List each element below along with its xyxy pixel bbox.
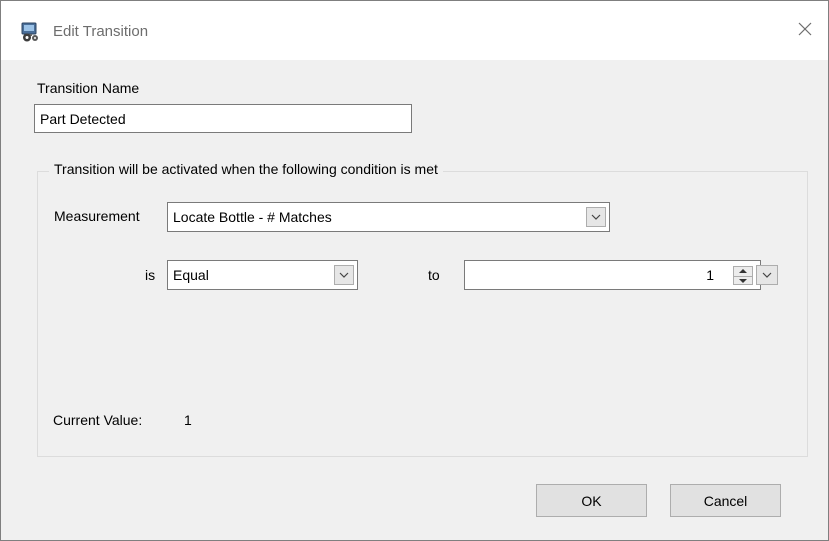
operator-value: Equal [173,267,209,283]
threshold-input[interactable]: 1 [464,260,761,290]
settings-app-icon [20,22,40,42]
transition-name-label: Transition Name [37,80,140,96]
is-label: is [145,267,156,283]
spin-down-icon[interactable] [734,275,752,286]
chevron-down-icon[interactable] [334,265,354,285]
condition-group-legend: Transition will be activated when the fo… [49,161,443,177]
title-bar[interactable]: Edit Transition [1,1,828,60]
measurement-label: Measurement [54,208,140,224]
measurement-dropdown[interactable]: Locate Bottle - # Matches [167,202,610,232]
current-value-label: Current Value: [53,412,143,428]
threshold-spinner[interactable] [733,266,753,285]
chevron-down-icon[interactable] [586,207,606,227]
window-title: Edit Transition [53,23,149,40]
close-icon [798,22,812,39]
ok-button[interactable]: OK [536,484,647,517]
edit-transition-dialog: Edit Transition Transition Name Part Det… [0,0,829,541]
measurement-value: Locate Bottle - # Matches [173,209,332,225]
threshold-value: 1 [706,267,714,283]
operator-dropdown[interactable]: Equal [167,260,358,290]
transition-name-input[interactable]: Part Detected [34,104,412,133]
close-button[interactable] [788,13,822,47]
to-label: to [428,267,440,283]
cancel-button[interactable]: Cancel [670,484,781,517]
chevron-down-icon[interactable] [756,265,778,285]
spin-up-icon[interactable] [734,267,752,276]
current-value: 1 [184,412,192,428]
